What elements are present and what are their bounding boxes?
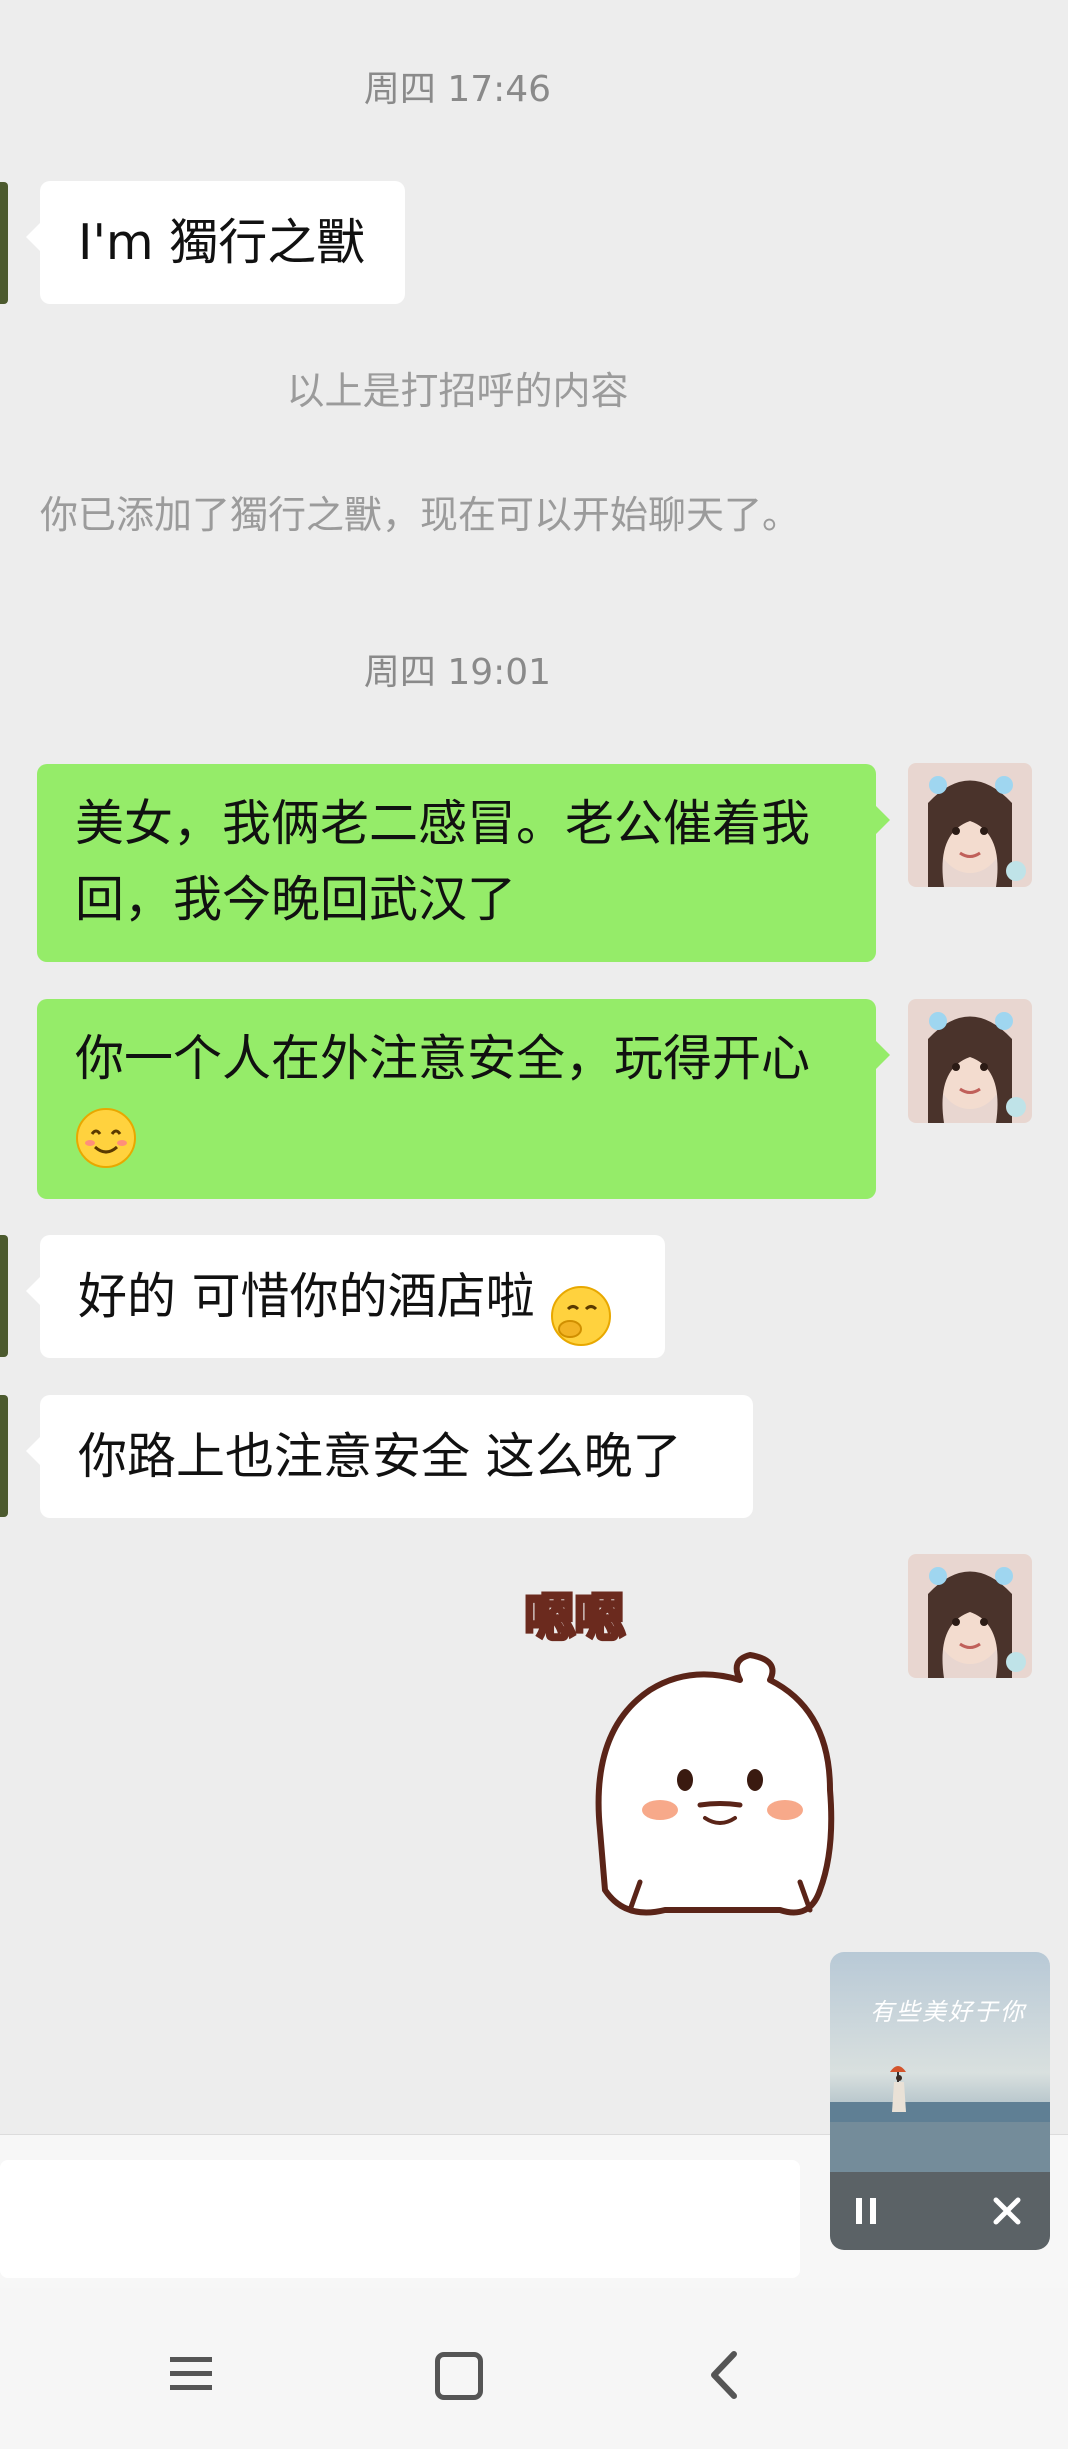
system-note: 你已添加了獨行之獸，现在可以开始聊天了。: [40, 493, 801, 537]
my-avatar[interactable]: [908, 1554, 1032, 1678]
message-bubble-in[interactable]: I'm 獨行之獸: [26, 181, 405, 304]
timestamp: 周四 19:01: [363, 652, 552, 693]
timestamp: 周四 17:46: [363, 69, 552, 110]
message-text: 你一个人在外注意安全，玩得开心: [75, 1030, 811, 1087]
message-text: I'm 獨行之獸: [78, 214, 366, 271]
pause-icon[interactable]: [850, 2194, 884, 2228]
sticker-message[interactable]: 嗯嗯: [510, 1560, 880, 1925]
contact-avatar-edge[interactable]: [0, 182, 8, 304]
message-bubble-out[interactable]: 你一个人在外注意安全，玩得开心: [37, 999, 890, 1199]
message-text: 你路上也注意安全 这么晚了: [78, 1428, 682, 1485]
thinking-emoji-icon: [550, 1269, 612, 1346]
menu-icon[interactable]: [170, 2353, 212, 2395]
smile-emoji-icon: [75, 1107, 137, 1169]
system-note: 以上是打招呼的内容: [286, 369, 629, 413]
message-text: 美女，我俩老二感冒。老公催着我回，我今晚回武汉了: [75, 795, 811, 928]
message-input[interactable]: [0, 2160, 800, 2278]
my-avatar[interactable]: [908, 763, 1032, 887]
back-icon[interactable]: [700, 2348, 750, 2402]
music-widget[interactable]: 有些美好于你: [830, 1952, 1050, 2250]
message-bubble-in[interactable]: 好的 可惜你的酒店啦: [26, 1235, 665, 1358]
contact-avatar-edge[interactable]: [0, 1395, 8, 1517]
home-icon[interactable]: [435, 2352, 483, 2400]
music-controls: [830, 2172, 1050, 2250]
my-avatar[interactable]: [908, 999, 1032, 1123]
message-bubble-out[interactable]: 美女，我俩老二感冒。老公催着我回，我今晚回武汉了: [37, 764, 890, 962]
message-bubble-in[interactable]: 你路上也注意安全 这么晚了: [26, 1395, 753, 1518]
contact-avatar-edge[interactable]: [0, 1235, 8, 1357]
system-nav-bar: [0, 2288, 1068, 2449]
message-text: 好的 可惜你的酒店啦: [78, 1268, 535, 1325]
album-cover-image: [830, 1952, 1050, 2172]
sticker-character-icon: [595, 1652, 835, 1916]
album-title: 有些美好于你: [870, 1998, 1026, 2026]
close-icon[interactable]: [990, 2194, 1024, 2228]
